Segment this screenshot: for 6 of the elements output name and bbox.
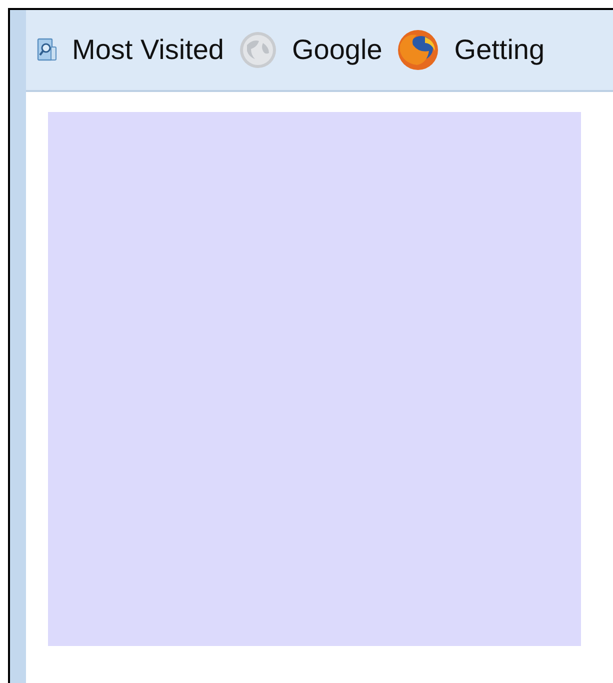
magnifier-page-icon xyxy=(37,38,57,62)
bookmark-item[interactable]: Getting xyxy=(397,29,545,71)
bookmark-item[interactable]: Most Visited xyxy=(37,29,224,71)
globe-icon xyxy=(239,31,277,69)
fox-globe-icon xyxy=(397,29,440,71)
bookmark-item[interactable]: Google xyxy=(239,29,382,71)
